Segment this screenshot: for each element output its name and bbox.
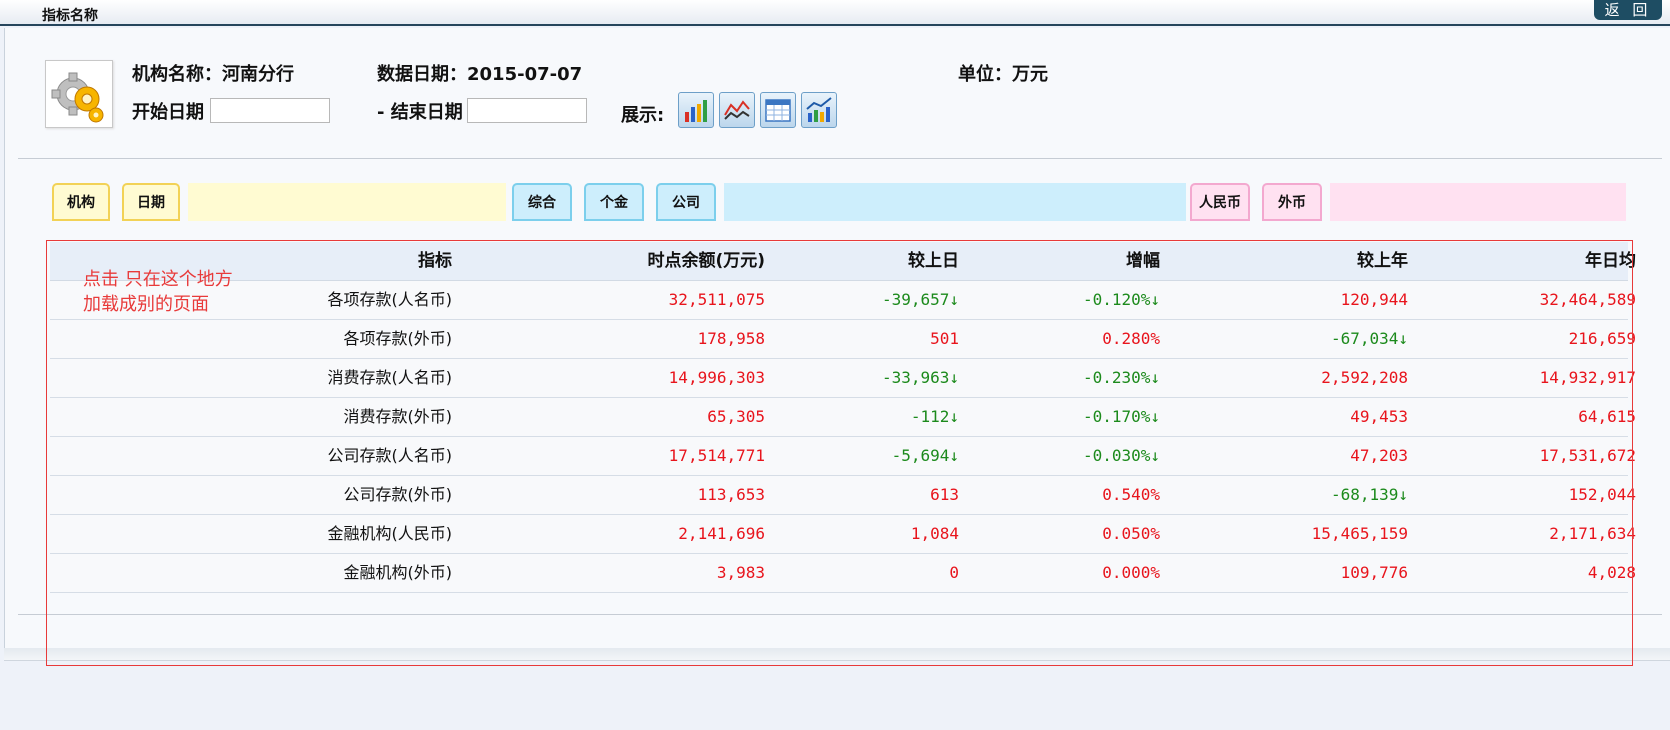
indicator-name-cell: 公司存款(外币) <box>343 485 453 504</box>
value-cell: 0.000% <box>1102 563 1160 582</box>
value-cell: 49,453 <box>1350 407 1408 426</box>
value-cell: 32,464,589 <box>1539 290 1636 309</box>
column-header[interactable]: 时点余额(万元) <box>647 242 765 280</box>
start-date-label: 开始日期 <box>132 102 204 123</box>
indicator-name-cell: 金融机构(人民币) <box>327 524 453 543</box>
data-date-label: 数据日期：2015-07-07 <box>377 64 583 85</box>
column-header[interactable]: 指标 <box>418 242 452 280</box>
tab-strip-pink <box>1330 183 1626 221</box>
value-cell: 0.540% <box>1102 485 1160 504</box>
table-row[interactable]: 公司存款(外币) 113,653 613 0.540% -68,139↓ 152,044 <box>50 476 1636 515</box>
value-cell: 216,659 <box>1568 329 1636 348</box>
value-cell: 113,653 <box>697 485 765 504</box>
unit-label: 单位：万元 <box>958 64 1048 85</box>
indicator-name-cell: 各项存款(人名币) <box>327 290 453 309</box>
value-cell: 501 <box>930 329 959 348</box>
gear-icon <box>45 60 113 128</box>
value-cell: 14,996,303 <box>668 368 765 387</box>
table-row[interactable]: 消费存款(外币) 65,305 -112↓ -0.170%↓ 49,453 64,615 <box>50 398 1636 437</box>
value-cell: -33,963↓ <box>881 368 959 387</box>
end-date-input[interactable] <box>467 98 587 123</box>
value-cell: 2,592,208 <box>1321 368 1408 387</box>
indicator-table: 指标 时点余额(万元) 较上日 增幅 较上年 年日均 各项存款(人名币) 32,5… <box>50 242 1636 593</box>
value-cell: 152,044 <box>1568 485 1636 504</box>
value-cell: 178,958 <box>697 329 765 348</box>
value-cell: 47,203 <box>1350 446 1408 465</box>
tab-corporate[interactable]: 公司 <box>656 183 716 221</box>
end-date-label: - 结束日期 <box>377 102 463 123</box>
tab-strip-yellow <box>188 183 506 221</box>
table-row[interactable]: 各项存款(人名币) 32,511,075 -39,657↓ -0.120%↓ 120,9… <box>50 281 1636 320</box>
tab-strip-blue <box>724 183 1186 221</box>
column-header[interactable]: 较上日 <box>908 242 959 280</box>
value-cell: -67,034↓ <box>1330 329 1408 348</box>
divider <box>18 158 1662 159</box>
value-cell: -68,139↓ <box>1330 485 1408 504</box>
indicator-name-cell: 各项存款(外币) <box>343 329 453 348</box>
value-cell: 613 <box>930 485 959 504</box>
value-cell: 109,776 <box>1340 563 1408 582</box>
divider <box>18 614 1662 615</box>
annotation-text: 点击 只在这个地方 加载成别的页面 <box>83 269 233 315</box>
table-row[interactable]: 金融机构(人民币) 2,141,696 1,084 0.050% 15,465,159 2… <box>50 515 1636 554</box>
value-cell: -39,657↓ <box>881 290 959 309</box>
value-cell: 4,028 <box>1587 563 1636 582</box>
indicator-name-cell: 消费存款(人名币) <box>327 368 453 387</box>
value-cell: 32,511,075 <box>668 290 765 309</box>
calendar-table-icon[interactable] <box>760 92 796 128</box>
table-row[interactable]: 金融机构(外币) 3,983 0 0.000% 109,776 4,028 <box>50 554 1636 593</box>
table-row[interactable]: 公司存款(人名币) 17,514,771 -5,694↓ -0.030%↓ 47,203… <box>50 437 1636 476</box>
panel-footer <box>4 648 1670 661</box>
value-cell: -0.030%↓ <box>1082 446 1160 465</box>
value-cell: 14,932,917 <box>1539 368 1636 387</box>
page-title: 指标名称 <box>42 8 98 24</box>
indicator-name-cell: 公司存款(人名币) <box>327 446 453 465</box>
tab-institution[interactable]: 机构 <box>52 183 110 221</box>
indicator-name-cell: 金融机构(外币) <box>343 563 453 582</box>
display-label: 展示: <box>621 105 665 126</box>
value-cell: 120,944 <box>1340 290 1408 309</box>
combo-chart-icon[interactable] <box>801 92 837 128</box>
table-row[interactable]: 各项存款(外币) 178,958 501 0.280% -67,034↓ 216,659 <box>50 320 1636 359</box>
bar-chart-icon[interactable] <box>678 92 714 128</box>
value-cell: 0.280% <box>1102 329 1160 348</box>
value-cell: 1,084 <box>910 524 959 543</box>
table-body: 各项存款(人名币) 32,511,075 -39,657↓ -0.120%↓ 120,9… <box>50 281 1636 593</box>
value-cell: -0.230%↓ <box>1082 368 1160 387</box>
start-date-input[interactable] <box>210 98 330 123</box>
value-cell: 17,531,672 <box>1539 446 1636 465</box>
indicator-name-cell: 消费存款(外币) <box>343 407 453 426</box>
tab-personal[interactable]: 个金 <box>584 183 644 221</box>
tab-overview[interactable]: 综合 <box>512 183 572 221</box>
value-cell: -0.120%↓ <box>1082 290 1160 309</box>
value-cell: 0 <box>949 563 959 582</box>
column-header[interactable]: 较上年 <box>1357 242 1408 280</box>
table-row[interactable]: 消费存款(人名币) 14,996,303 -33,963↓ -0.230%↓ 2,592… <box>50 359 1636 398</box>
column-header[interactable]: 增幅 <box>1126 242 1160 280</box>
value-cell: 0.050% <box>1102 524 1160 543</box>
value-cell: 15,465,159 <box>1311 524 1408 543</box>
value-cell: 17,514,771 <box>668 446 765 465</box>
value-cell: -112↓ <box>910 407 959 426</box>
table-header: 指标 时点余额(万元) 较上日 增幅 较上年 年日均 <box>50 242 1636 281</box>
tab-date[interactable]: 日期 <box>122 183 180 221</box>
value-cell: -5,694↓ <box>891 446 959 465</box>
value-cell: 2,141,696 <box>678 524 765 543</box>
value-cell: -0.170%↓ <box>1082 407 1160 426</box>
institution-label: 机构名称：河南分行 <box>132 64 294 85</box>
tab-foreign[interactable]: 外币 <box>1262 183 1322 221</box>
column-header[interactable]: 年日均 <box>1585 242 1636 280</box>
title-bar: 指标名称 返 回 <box>0 0 1670 26</box>
back-button[interactable]: 返 回 <box>1594 0 1662 20</box>
value-cell: 64,615 <box>1578 407 1636 426</box>
value-cell: 3,983 <box>716 563 765 582</box>
line-chart-icon[interactable] <box>719 92 755 128</box>
tab-rmb[interactable]: 人民币 <box>1190 183 1250 221</box>
value-cell: 2,171,634 <box>1549 524 1636 543</box>
value-cell: 65,305 <box>707 407 765 426</box>
